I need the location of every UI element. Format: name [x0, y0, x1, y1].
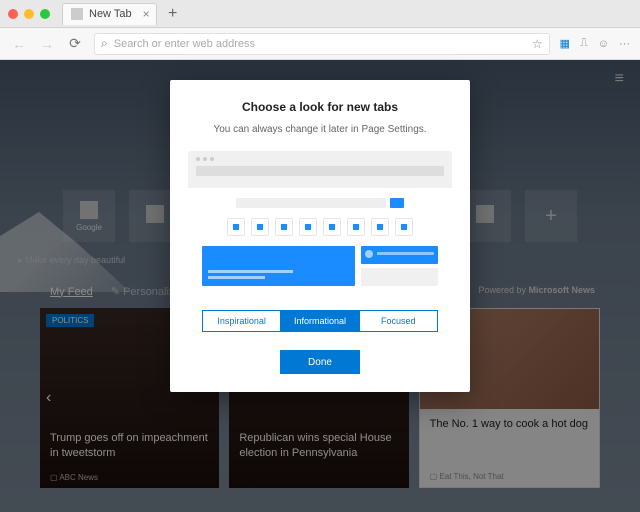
- notes-icon[interactable]: ▦: [560, 37, 570, 50]
- browser-tab[interactable]: New Tab ×: [62, 3, 157, 25]
- maximize-window-icon[interactable]: [40, 9, 50, 19]
- browser-toolbar: ← → ⟳ ⌕ Search or enter web address ☆ ▦ …: [0, 28, 640, 60]
- traffic-lights: [8, 9, 50, 19]
- feedback-icon[interactable]: ☺: [598, 38, 609, 50]
- address-placeholder: Search or enter web address: [114, 38, 526, 50]
- modal-subtitle: You can always change it later in Page S…: [170, 124, 470, 135]
- more-icon[interactable]: ···: [619, 38, 630, 50]
- modal-title: Choose a look for new tabs: [170, 100, 470, 114]
- window-titlebar: New Tab × +: [0, 0, 640, 28]
- profile-icon[interactable]: ⎍: [580, 37, 588, 50]
- layout-tab-group: Inspirational Informational Focused: [202, 310, 438, 332]
- tab-label: New Tab: [89, 8, 132, 20]
- tab-inspirational[interactable]: Inspirational: [203, 311, 281, 331]
- tab-focused[interactable]: Focused: [360, 311, 437, 331]
- tab-informational[interactable]: Informational: [281, 311, 359, 331]
- address-bar[interactable]: ⌕ Search or enter web address ☆: [94, 33, 550, 55]
- layout-preview: [188, 151, 452, 296]
- tab-close-icon[interactable]: ×: [143, 7, 150, 21]
- forward-button[interactable]: →: [38, 36, 56, 52]
- done-button[interactable]: Done: [280, 350, 360, 374]
- refresh-button[interactable]: ⟳: [66, 35, 84, 52]
- tab-favicon: [71, 8, 83, 20]
- new-tab-look-modal: Choose a look for new tabs You can alway…: [170, 80, 470, 392]
- minimize-window-icon[interactable]: [24, 9, 34, 19]
- back-button[interactable]: ←: [10, 36, 28, 52]
- favorite-icon[interactable]: ☆: [532, 37, 543, 51]
- close-window-icon[interactable]: [8, 9, 18, 19]
- new-tab-button[interactable]: +: [163, 5, 183, 23]
- search-icon: ⌕: [101, 36, 108, 51]
- modal-overlay: Choose a look for new tabs You can alway…: [0, 60, 640, 512]
